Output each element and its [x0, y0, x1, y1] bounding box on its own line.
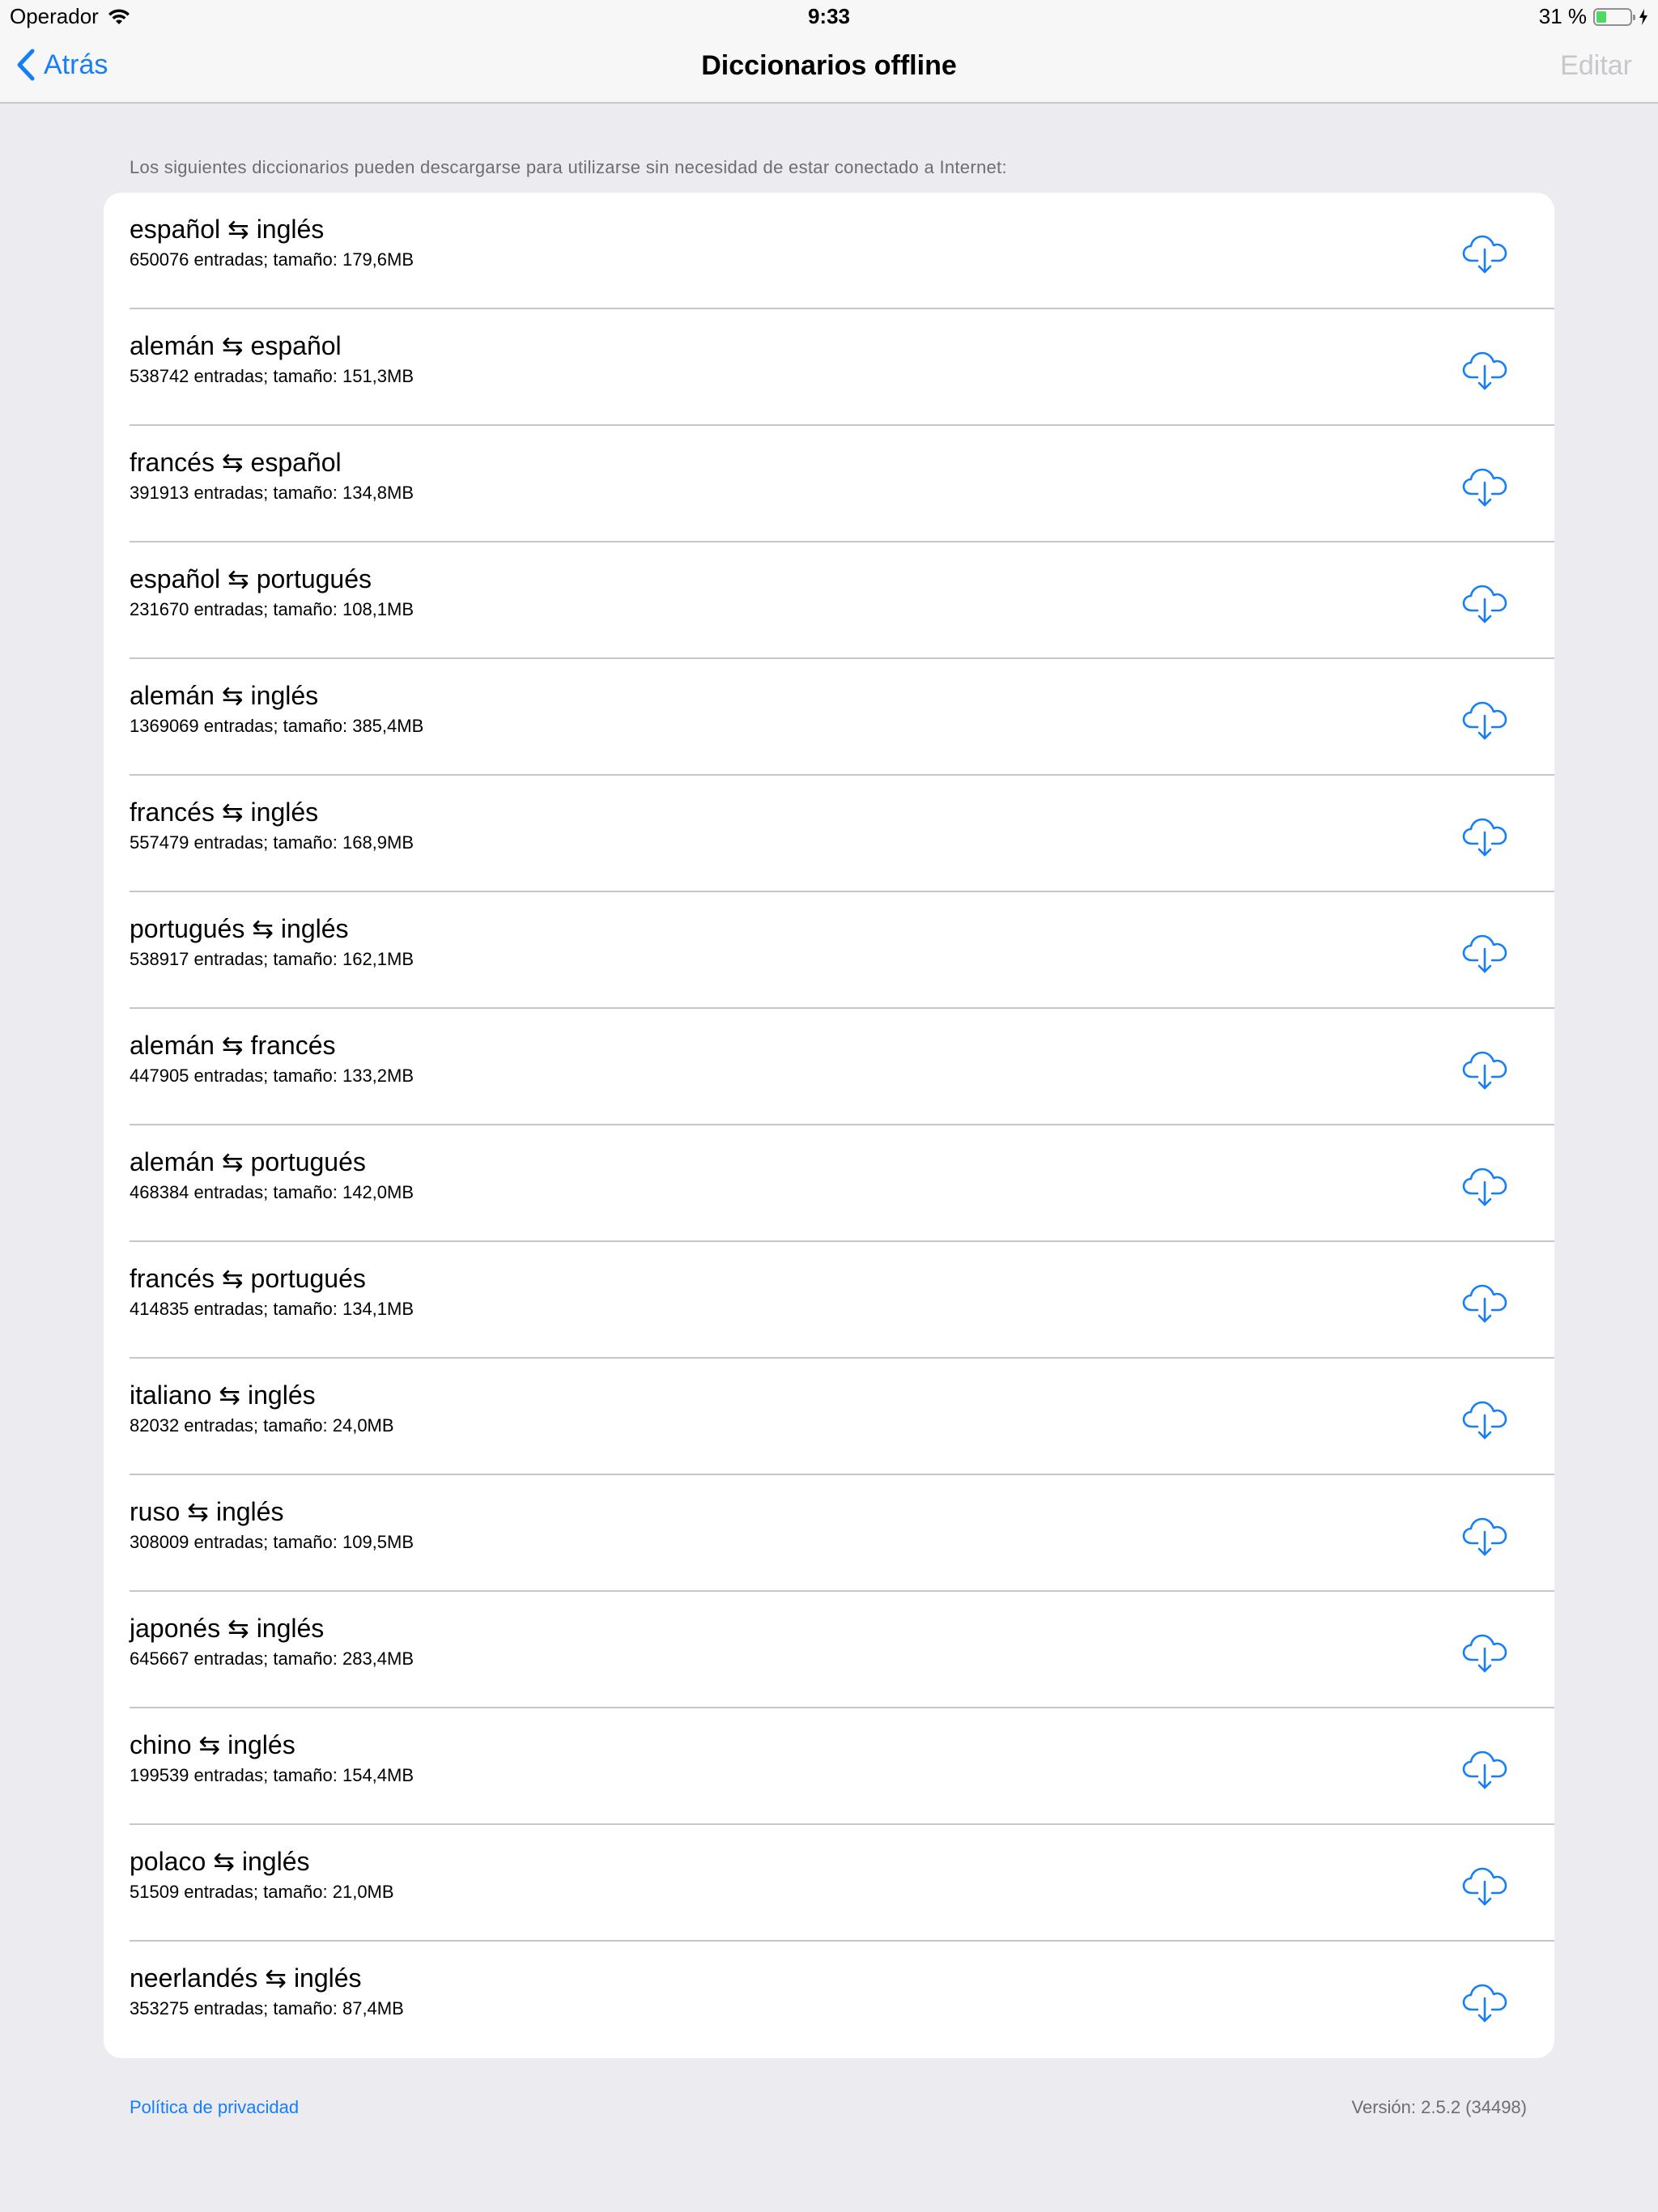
dictionary-row[interactable]: chino ⇆ inglés 199539 entradas; tamaño: 1… — [104, 1708, 1554, 1825]
dictionary-title: francés ⇆ inglés — [130, 798, 319, 827]
battery-fill — [1596, 11, 1606, 23]
dictionary-title: francés ⇆ portugués — [130, 1264, 366, 1293]
dictionary-row[interactable]: español ⇆ portugués 231670 entradas; tama… — [104, 542, 1554, 659]
dictionary-title: neerlandés ⇆ inglés — [130, 1963, 362, 1993]
page-title: Diccionarios offline — [701, 50, 957, 81]
dictionary-details: 414835 entradas; tamaño: 134,1MB — [130, 1299, 414, 1319]
privacy-policy-link[interactable]: Política de privacidad — [130, 2097, 299, 2118]
dictionary-title: alemán ⇆ francés — [130, 1031, 336, 1060]
dictionary-details: 538742 entradas; tamaño: 151,3MB — [130, 366, 414, 386]
cloud-download-icon[interactable] — [1462, 1399, 1507, 1441]
dictionary-details: 468384 entradas; tamaño: 142,0MB — [130, 1182, 414, 1202]
cloud-download-icon[interactable] — [1462, 466, 1507, 508]
cloud-download-icon[interactable] — [1462, 1749, 1507, 1791]
navigation-bar: Atrás Diccionarios offline Editar — [0, 32, 1658, 104]
dictionary-row[interactable]: francés ⇆ inglés 557479 entradas; tamaño:… — [104, 776, 1554, 892]
dictionary-title: chino ⇆ inglés — [130, 1730, 295, 1759]
battery-cap — [1633, 14, 1635, 20]
status-time: 9:33 — [807, 4, 851, 28]
dictionary-details: 353275 entradas; tamaño: 87,4MB — [130, 1998, 404, 2018]
section-header: Los siguientes diccionarios pueden desca… — [130, 157, 1007, 177]
dictionary-details: 447905 entradas; tamaño: 133,2MB — [130, 1066, 414, 1086]
dictionary-row[interactable]: alemán ⇆ portugués 468384 entradas; tamañ… — [104, 1125, 1554, 1242]
dictionary-title: portugués ⇆ inglés — [130, 914, 349, 943]
battery-icon — [1593, 7, 1635, 26]
dictionary-details: 82032 entradas; tamaño: 24,0MB — [130, 1415, 394, 1436]
dictionary-details: 1369069 entradas; tamaño: 385,4MB — [130, 716, 424, 736]
dictionary-title: polaco ⇆ inglés — [130, 1847, 310, 1876]
dictionary-details: 391913 entradas; tamaño: 134,8MB — [130, 483, 414, 503]
dictionary-row[interactable]: japonés ⇆ inglés 645667 entradas; tamaño:… — [104, 1592, 1554, 1708]
dictionary-row[interactable]: español ⇆ inglés 650076 entradas; tamaño:… — [104, 193, 1554, 309]
dictionary-row[interactable]: francés ⇆ portugués 414835 entradas; tama… — [104, 1242, 1554, 1359]
dictionary-row[interactable]: alemán ⇆ inglés 1369069 entradas; tamaño:… — [104, 659, 1554, 776]
dictionary-list: español ⇆ inglés 650076 entradas; tamaño:… — [104, 193, 1554, 2058]
dictionary-row[interactable]: francés ⇆ español 391913 entradas; tamaño… — [104, 426, 1554, 542]
dictionary-title: ruso ⇆ inglés — [130, 1497, 284, 1526]
dictionary-title: alemán ⇆ inglés — [130, 681, 319, 710]
dictionary-details: 51509 entradas; tamaño: 21,0MB — [130, 1882, 394, 1902]
dictionary-details: 308009 entradas; tamaño: 109,5MB — [130, 1532, 414, 1552]
version-label: Versión: 2.5.2 (34498) — [1351, 2097, 1527, 2117]
cloud-download-icon[interactable] — [1462, 233, 1507, 275]
cloud-download-icon[interactable] — [1462, 933, 1507, 975]
cloud-download-icon[interactable] — [1462, 700, 1507, 742]
dictionary-row[interactable]: italiano ⇆ inglés 82032 entradas; tamaño:… — [104, 1359, 1554, 1475]
dictionary-details: 231670 entradas; tamaño: 108,1MB — [130, 599, 414, 619]
cloud-download-icon[interactable] — [1462, 350, 1507, 392]
bolt-icon — [1639, 8, 1647, 25]
cloud-download-icon[interactable] — [1462, 583, 1507, 625]
dictionary-details: 645667 entradas; tamaño: 283,4MB — [130, 1648, 414, 1669]
dictionary-title: alemán ⇆ portugués — [130, 1147, 366, 1176]
dictionary-details: 538917 entradas; tamaño: 162,1MB — [130, 949, 414, 969]
dictionary-title: italiano ⇆ inglés — [130, 1380, 316, 1410]
dictionary-row[interactable]: portugués ⇆ inglés 538917 entradas; tamañ… — [104, 892, 1554, 1009]
dictionary-title: japonés ⇆ inglés — [130, 1614, 325, 1643]
edit-button[interactable]: Editar — [1560, 50, 1632, 82]
dictionary-title: español ⇆ portugués — [130, 564, 372, 593]
dictionary-row[interactable]: ruso ⇆ inglés 308009 entradas; tamaño: 10… — [104, 1475, 1554, 1592]
dictionary-row[interactable]: alemán ⇆ francés 447905 entradas; tamaño:… — [104, 1009, 1554, 1125]
dictionary-details: 199539 entradas; tamaño: 154,4MB — [130, 1765, 414, 1785]
cloud-download-icon[interactable] — [1462, 1283, 1507, 1325]
cloud-download-icon[interactable] — [1462, 1049, 1507, 1091]
dictionary-row[interactable]: neerlandés ⇆ inglés 353275 entradas; tama… — [104, 1942, 1554, 2058]
dictionary-row[interactable]: alemán ⇆ español 538742 entradas; tamaño:… — [104, 309, 1554, 426]
cloud-download-icon[interactable] — [1462, 1516, 1507, 1558]
cloud-download-icon[interactable] — [1462, 816, 1507, 858]
battery-percent: 31 % — [1538, 4, 1587, 28]
status-right: 31 % — [1539, 4, 1648, 29]
status-bar: Operador 9:33 31 % — [0, 0, 1658, 32]
cloud-download-icon[interactable] — [1462, 1632, 1507, 1674]
dictionary-details: 557479 entradas; tamaño: 168,9MB — [130, 832, 414, 853]
dictionary-row[interactable]: polaco ⇆ inglés 51509 entradas; tamaño: 2… — [104, 1825, 1554, 1942]
cloud-download-icon[interactable] — [1462, 1166, 1507, 1208]
dictionary-title: francés ⇆ español — [130, 448, 342, 477]
dictionary-title: español ⇆ inglés — [130, 215, 325, 244]
cloud-download-icon[interactable] — [1462, 1982, 1507, 2024]
cloud-download-icon[interactable] — [1462, 1865, 1507, 1908]
dictionary-details: 650076 entradas; tamaño: 179,6MB — [130, 249, 414, 270]
dictionary-title: alemán ⇆ español — [130, 331, 342, 360]
